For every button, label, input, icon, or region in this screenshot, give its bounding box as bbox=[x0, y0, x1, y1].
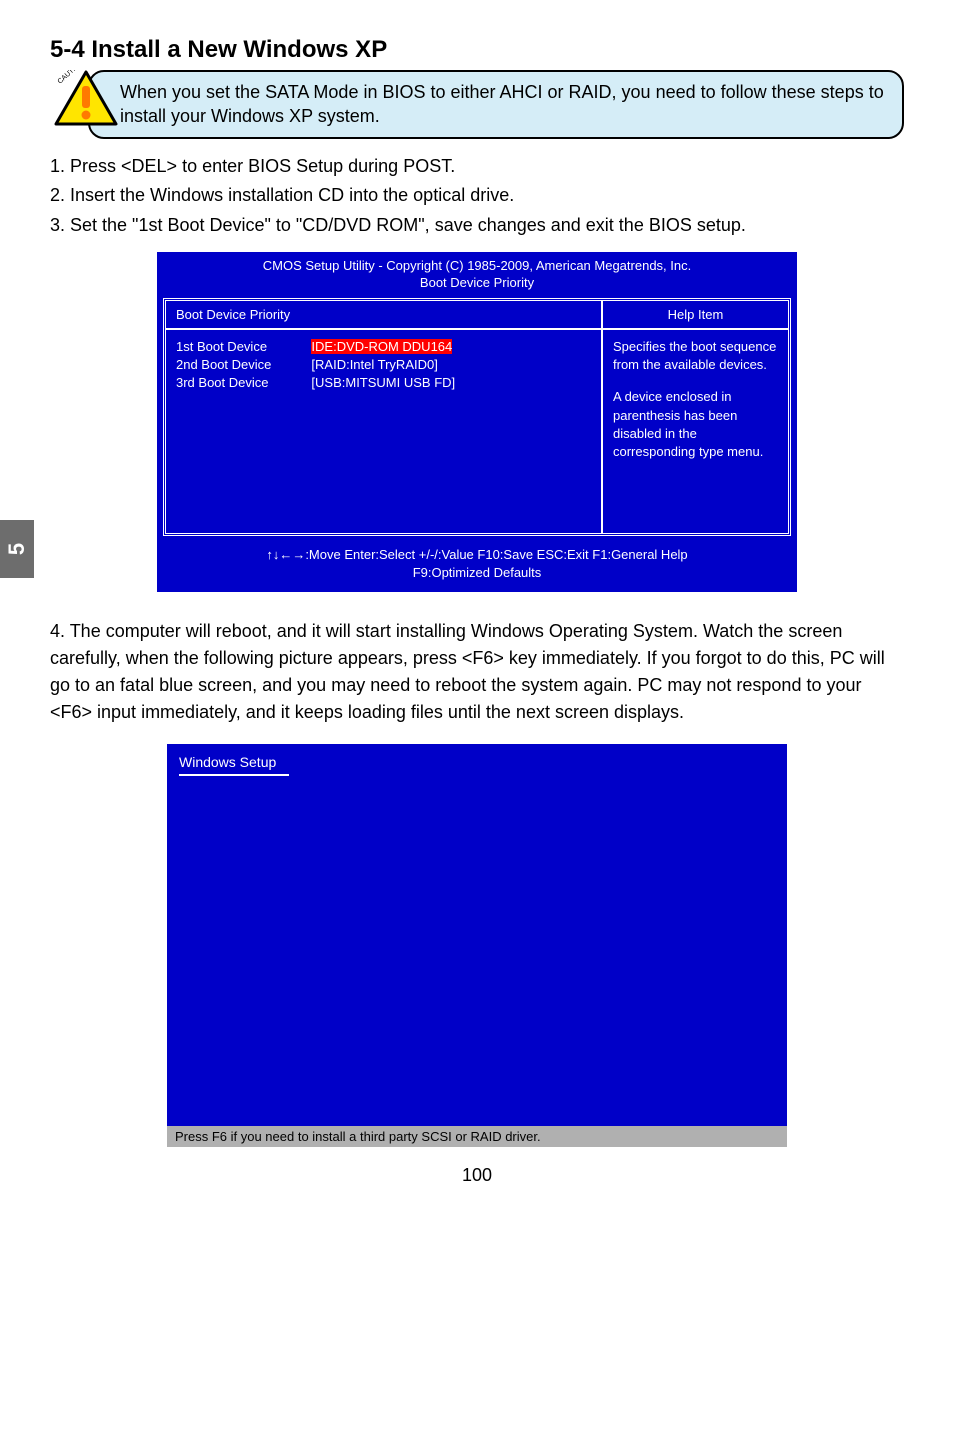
bios-row3-value: [USB:MITSUMI USB FD] bbox=[311, 374, 455, 392]
bios-table: Boot Device Priority 1st Boot Device 2nd… bbox=[163, 298, 791, 536]
bios-footer: ↑↓←→:Move Enter:Select +/-/:Value F10:Sa… bbox=[157, 542, 797, 592]
side-chapter-tab: 5 bbox=[0, 520, 34, 578]
bios-help-p2: A device enclosed in parenthesis has bee… bbox=[613, 388, 778, 461]
bios-row3-label: 3rd Boot Device bbox=[176, 374, 271, 392]
bios-footer-line2: F9:Optimized Defaults bbox=[161, 564, 793, 582]
side-chapter-label: 5 bbox=[4, 543, 30, 555]
step-4-lead: 4. The computer will reboot, and it will… bbox=[50, 621, 703, 641]
bios-labels-col: 1st Boot Device 2nd Boot Device 3rd Boot… bbox=[176, 338, 271, 393]
windows-setup-body bbox=[167, 776, 787, 1126]
bios-left-pane: Boot Device Priority 1st Boot Device 2nd… bbox=[166, 301, 603, 533]
spacer bbox=[613, 374, 778, 388]
windows-setup-title: Windows Setup bbox=[167, 744, 787, 772]
bios-title-line1: CMOS Setup Utility - Copyright (C) 1985-… bbox=[161, 258, 793, 275]
bios-body-left: 1st Boot Device 2nd Boot Device 3rd Boot… bbox=[166, 330, 601, 533]
bios-footer-line1: ↑↓←→:Move Enter:Select +/-/:Value F10:Sa… bbox=[161, 546, 793, 564]
bios-row1-value: IDE:DVD-ROM DDU164 bbox=[311, 338, 455, 356]
bios-values-col: IDE:DVD-ROM DDU164 [RAID:Intel TryRAID0]… bbox=[311, 338, 455, 393]
bios-row2-value: [RAID:Intel TryRAID0] bbox=[311, 356, 455, 374]
bios-help-p1: Specifies the boot sequence from the ava… bbox=[613, 338, 778, 374]
bios-header-left: Boot Device Priority bbox=[166, 301, 601, 330]
bios-row1-label: 1st Boot Device bbox=[176, 338, 271, 356]
section-heading: 5-4 Install a New Windows XP bbox=[50, 36, 904, 64]
step-2: 2. Insert the Windows installation CD in… bbox=[50, 182, 904, 210]
windows-setup-statusbar: Press F6 if you need to install a third … bbox=[167, 1126, 787, 1147]
bios-row2-label: 2nd Boot Device bbox=[176, 356, 271, 374]
bios-title-line2: Boot Device Priority bbox=[161, 275, 793, 292]
bios-screenshot: CMOS Setup Utility - Copyright (C) 1985-… bbox=[157, 252, 797, 592]
step-4-paragraph: 4. The computer will reboot, and it will… bbox=[50, 618, 904, 726]
caution-icon: CAUTION bbox=[54, 70, 118, 128]
page-number: 100 bbox=[50, 1165, 904, 1186]
bios-right-pane: Help Item Specifies the boot sequence fr… bbox=[603, 301, 788, 533]
install-steps-list: 1. Press <DEL> to enter BIOS Setup durin… bbox=[50, 153, 904, 241]
caution-text: When you set the SATA Mode in BIOS to ei… bbox=[88, 70, 904, 139]
caution-callout: CAUTION When you set the SATA Mode in BI… bbox=[54, 70, 904, 139]
bios-help-text: Specifies the boot sequence from the ava… bbox=[603, 330, 788, 471]
bios-title: CMOS Setup Utility - Copyright (C) 1985-… bbox=[157, 252, 797, 294]
bios-row1-value-text: IDE:DVD-ROM DDU164 bbox=[311, 339, 452, 354]
windows-setup-screenshot: Windows Setup Press F6 if you need to in… bbox=[167, 744, 787, 1147]
step-3: 3. Set the "1st Boot Device" to "CD/DVD … bbox=[50, 212, 904, 240]
bios-header-right: Help Item bbox=[603, 301, 788, 330]
step-1: 1. Press <DEL> to enter BIOS Setup durin… bbox=[50, 153, 904, 181]
